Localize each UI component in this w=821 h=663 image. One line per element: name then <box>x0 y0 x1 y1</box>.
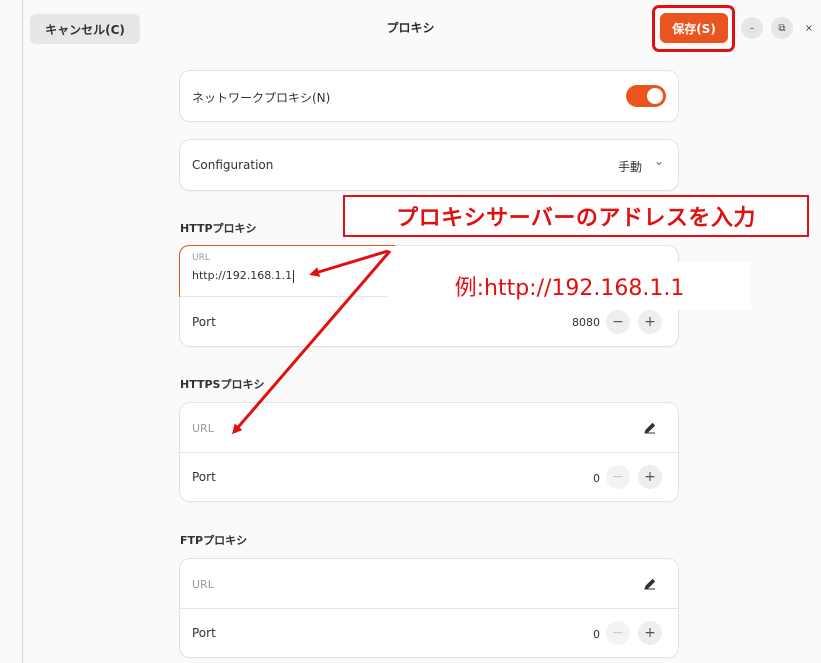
https-port-decrement-button[interactable]: − <box>606 465 630 489</box>
http-url-input[interactable]: http://192.168.1.1 <box>192 269 295 283</box>
window-edge <box>22 0 23 663</box>
proxy-dialog: キャンセル(C) プロキシ 保存(S) – ⧉ × ネットワークプロキシ(N) … <box>0 0 821 663</box>
ftp-url-input[interactable]: URL <box>192 578 214 591</box>
edit-icon[interactable] <box>643 577 657 591</box>
https-section-label: HTTPSプロキシ <box>180 378 265 391</box>
edit-icon[interactable] <box>643 421 657 435</box>
http-section-label: HTTPプロキシ <box>180 222 257 235</box>
network-proxy-row: ネットワークプロキシ(N) <box>180 71 678 121</box>
http-port-increment-button[interactable]: + <box>638 310 662 334</box>
ftp-proxy-card: URL Port 0 − + <box>180 559 678 657</box>
https-port-value[interactable]: 0 <box>560 472 600 485</box>
http-port-value[interactable]: 8080 <box>560 316 600 329</box>
configuration-value[interactable]: 手動 <box>618 158 642 175</box>
http-url-value: http://192.168.1.1 <box>192 269 293 282</box>
save-highlight-box <box>652 5 735 52</box>
https-port-increment-button[interactable]: + <box>638 465 662 489</box>
close-icon[interactable]: × <box>798 17 820 39</box>
configuration-row[interactable]: Configuration 手動 ⌄ <box>180 140 678 190</box>
ftp-port-increment-button[interactable]: + <box>638 621 662 645</box>
ftp-port-label: Port <box>192 626 216 640</box>
annotation-callout: プロキシサーバーのアドレスを入力 <box>343 195 809 237</box>
chevron-down-icon[interactable]: ⌄ <box>654 154 664 168</box>
network-proxy-label: ネットワークプロキシ(N) <box>192 91 331 105</box>
divider <box>180 452 678 453</box>
http-url-label: URL <box>192 253 210 263</box>
divider <box>180 608 678 609</box>
https-port-label: Port <box>192 470 216 484</box>
text-caret <box>293 269 295 283</box>
http-port-decrement-button[interactable]: − <box>606 310 630 334</box>
restore-icon[interactable]: ⧉ <box>771 17 793 39</box>
minimize-icon[interactable]: – <box>741 17 763 39</box>
http-port-label: Port <box>192 315 216 329</box>
toggle-knob <box>647 88 663 104</box>
network-proxy-toggle[interactable] <box>626 85 666 107</box>
annotation-example: 例:http://192.168.1.1 <box>388 262 751 310</box>
https-proxy-card: URL Port 0 − + <box>180 403 678 501</box>
ftp-port-decrement-button[interactable]: − <box>606 621 630 645</box>
ftp-section-label: FTPプロキシ <box>180 534 248 547</box>
ftp-port-value[interactable]: 0 <box>560 628 600 641</box>
configuration-label: Configuration <box>192 158 274 172</box>
https-url-input[interactable]: URL <box>192 422 214 435</box>
